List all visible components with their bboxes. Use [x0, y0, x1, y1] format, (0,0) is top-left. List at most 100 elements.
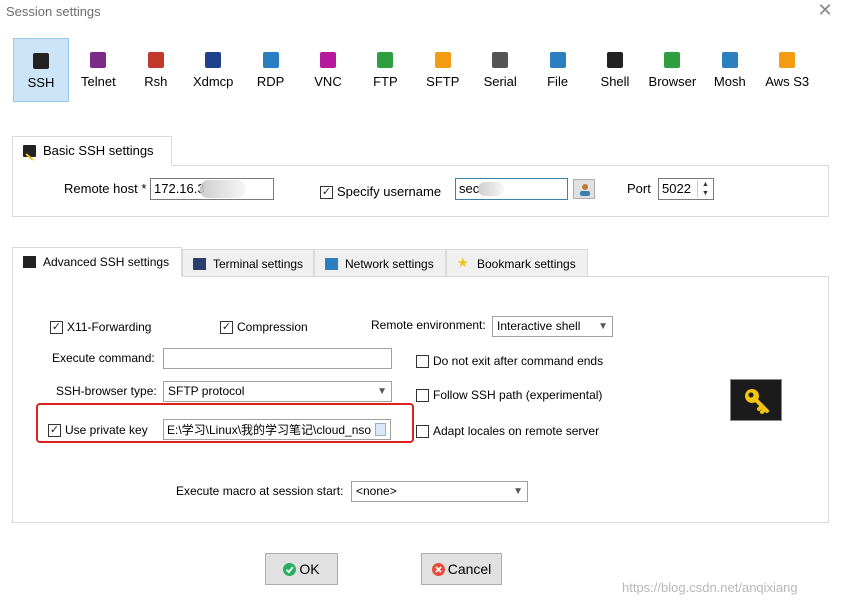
- username-value: sec: [459, 181, 480, 196]
- protocol-serial[interactable]: Serial: [472, 38, 528, 102]
- tab-label: Network settings: [345, 257, 434, 271]
- tab-label: Basic SSH settings: [43, 143, 154, 158]
- execute-command-input[interactable]: [163, 348, 392, 369]
- user-picker-button[interactable]: [573, 179, 595, 199]
- telnet-icon: [90, 52, 107, 68]
- terminal-icon: [193, 258, 206, 270]
- protocol-telnet[interactable]: Telnet: [70, 38, 126, 102]
- redaction-blur: [478, 182, 504, 196]
- remote-environment-label: Remote environment:: [371, 318, 486, 332]
- protocol-rsh[interactable]: Rsh: [128, 38, 184, 102]
- protocol-label: VNC: [314, 74, 342, 89]
- private-key-path-value: E:\学习\Linux\我的学习笔记\cloud_nso: [167, 423, 372, 437]
- file-icon: [549, 52, 566, 68]
- x11-forwarding-checkbox[interactable]: ✓: [50, 321, 63, 334]
- rdp-icon: [262, 52, 279, 68]
- chevron-down-icon: ▼: [513, 486, 523, 497]
- key-icon: [743, 387, 771, 418]
- execute-macro-select[interactable]: <none> ▼: [351, 481, 528, 502]
- port-value: 5022: [662, 181, 691, 196]
- username-input[interactable]: sec: [455, 178, 568, 200]
- use-private-key-checkbox[interactable]: ✓: [48, 424, 61, 437]
- specify-username-checkbox[interactable]: ✓: [320, 186, 333, 199]
- spin-up-icon[interactable]: ▲: [698, 180, 713, 189]
- protocol-ssh[interactable]: SSH: [13, 38, 69, 102]
- protocol-label: Aws S3: [765, 74, 810, 89]
- protocol-shell[interactable]: Shell: [587, 38, 643, 102]
- protocol-label: SSH: [27, 75, 55, 90]
- protocol-label: FTP: [373, 74, 398, 89]
- tab-label: Advanced SSH settings: [43, 255, 170, 269]
- redaction-blur: [200, 180, 246, 198]
- serial-icon: [492, 52, 509, 68]
- use-private-key-label: Use private key: [65, 423, 148, 437]
- shell-icon: [607, 52, 623, 68]
- compression-label: Compression: [237, 320, 308, 334]
- file-browse-icon[interactable]: [375, 423, 386, 436]
- ftp-icon: [377, 52, 394, 68]
- tab-network-settings[interactable]: Network settings: [314, 249, 446, 277]
- protocol-label: SFTP: [426, 74, 460, 89]
- execute-macro-value: <none>: [356, 484, 397, 498]
- protocol-label: Mosh: [713, 74, 746, 89]
- tab-label: Bookmark settings: [477, 257, 576, 271]
- follow-ssh-path-label: Follow SSH path (experimental): [433, 388, 603, 402]
- private-key-path-input[interactable]: E:\学习\Linux\我的学习笔记\cloud_nso: [163, 419, 391, 440]
- protocol-sftp[interactable]: SFTP: [415, 38, 471, 102]
- protocol-file[interactable]: File: [530, 38, 586, 102]
- sftp-icon: [434, 52, 451, 68]
- x11-forwarding-label: X11-Forwarding: [67, 320, 152, 334]
- chevron-down-icon: ▼: [598, 321, 608, 332]
- spin-down-icon[interactable]: ▼: [698, 189, 713, 198]
- port-spinner[interactable]: ▲ ▼: [697, 180, 713, 198]
- remote-environment-select[interactable]: Interactive shell ▼: [492, 316, 613, 337]
- tab-bookmark-settings[interactable]: ★ Bookmark settings: [446, 249, 588, 277]
- execute-command-label: Execute command:: [52, 351, 155, 365]
- tab-label: Terminal settings: [213, 257, 304, 271]
- cancel-button[interactable]: Cancel: [421, 553, 502, 585]
- protocol-label: RDP: [256, 74, 285, 89]
- do-not-exit-label: Do not exit after command ends: [433, 354, 604, 368]
- tab-advanced-ssh-settings[interactable]: Advanced SSH settings: [12, 247, 182, 277]
- xdmcp-icon: [205, 52, 222, 68]
- browser-icon: [664, 52, 681, 68]
- rsh-icon: [147, 52, 164, 68]
- ssh-key-generator-button[interactable]: [730, 379, 782, 421]
- check-circle-icon: [283, 556, 297, 586]
- user-icon: [579, 183, 590, 196]
- tab-terminal-settings[interactable]: Terminal settings: [182, 249, 314, 277]
- protocol-label: Telnet: [81, 74, 116, 89]
- port-label: Port: [627, 181, 651, 196]
- protocol-label: Rsh: [144, 74, 168, 89]
- cancel-label: Cancel: [447, 561, 492, 577]
- protocol-label: Xdmcp: [192, 74, 234, 89]
- execute-macro-label: Execute macro at session start:: [176, 484, 344, 498]
- specify-username-label: Specify username: [337, 184, 442, 199]
- adapt-locales-checkbox[interactable]: [416, 425, 429, 438]
- protocol-browser[interactable]: Browser: [644, 38, 700, 102]
- protocol-ftp[interactable]: FTP: [357, 38, 413, 102]
- aws-s3-icon: [779, 52, 796, 68]
- watermark: https://blog.csdn.net/anqixiang: [622, 580, 798, 595]
- remote-host-value: 172.16.3: [154, 181, 205, 196]
- protocol-aws-s3[interactable]: Aws S3: [759, 38, 815, 102]
- protocol-rdp[interactable]: RDP: [243, 38, 299, 102]
- remote-environment-value: Interactive shell: [497, 319, 581, 333]
- compression-checkbox[interactable]: ✓: [220, 321, 233, 334]
- mosh-icon: [721, 52, 738, 68]
- remote-host-label: Remote host *: [64, 181, 147, 196]
- ssh-browser-type-select[interactable]: SFTP protocol ▼: [163, 381, 392, 402]
- follow-ssh-path-checkbox[interactable]: [416, 389, 429, 402]
- protocol-mosh[interactable]: Mosh: [702, 38, 758, 102]
- close-icon[interactable]: ✕: [815, 0, 835, 21]
- tab-basic-ssh-settings[interactable]: Basic SSH settings: [12, 136, 172, 166]
- do-not-exit-checkbox[interactable]: [416, 355, 429, 368]
- star-icon: ★: [457, 255, 469, 270]
- basic-ssh-icon: [23, 145, 36, 161]
- protocol-vnc[interactable]: VNC: [300, 38, 356, 102]
- ssh-browser-type-value: SFTP protocol: [168, 384, 245, 398]
- protocol-xdmcp[interactable]: Xdmcp: [185, 38, 241, 102]
- network-icon: [325, 258, 338, 270]
- ok-button[interactable]: OK: [265, 553, 338, 585]
- ssh-icon: [33, 53, 49, 69]
